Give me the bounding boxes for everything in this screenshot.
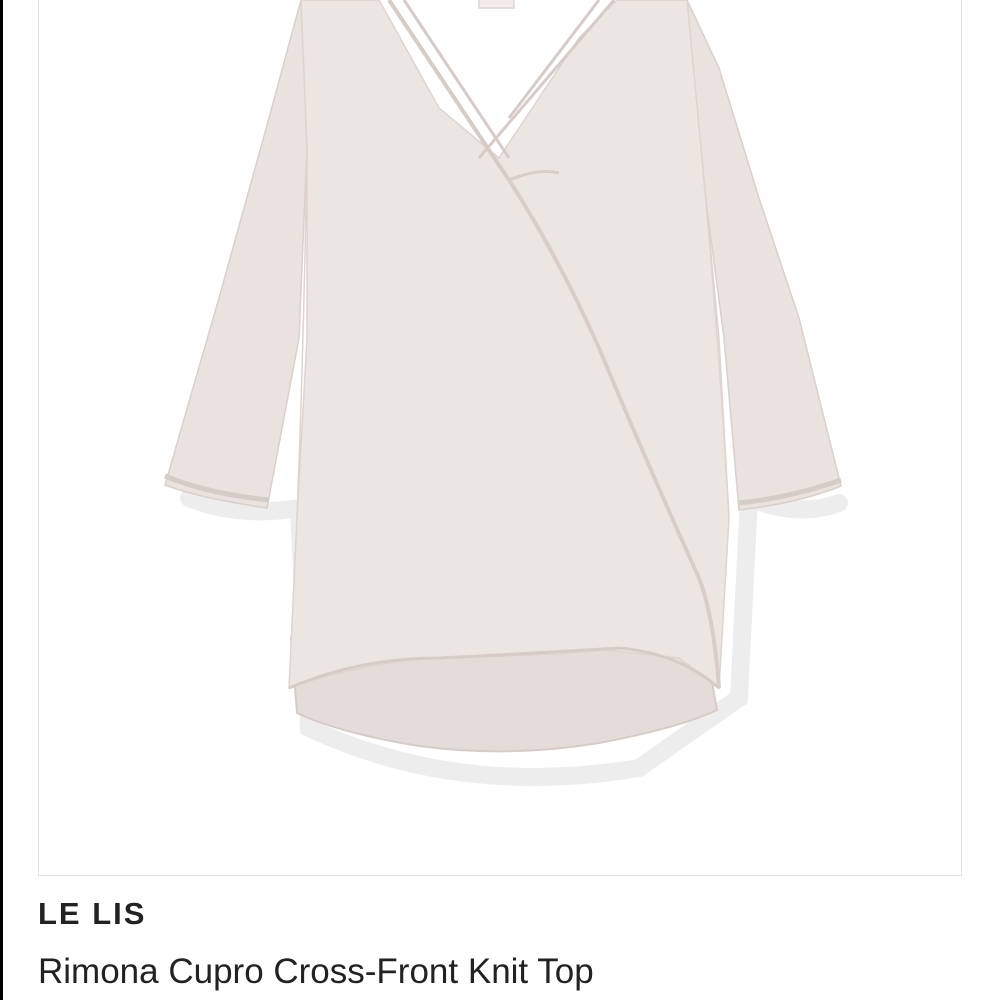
product-card[interactable]: LE LIS Rimona Cupro Cross-Front Knit Top <box>38 0 962 1000</box>
garment-image <box>164 0 848 786</box>
product-title[interactable]: Rimona Cupro Cross-Front Knit Top <box>38 952 594 992</box>
brand-name: LE LIS <box>38 896 147 931</box>
screen-edge <box>0 0 3 1000</box>
product-image[interactable] <box>38 0 962 876</box>
